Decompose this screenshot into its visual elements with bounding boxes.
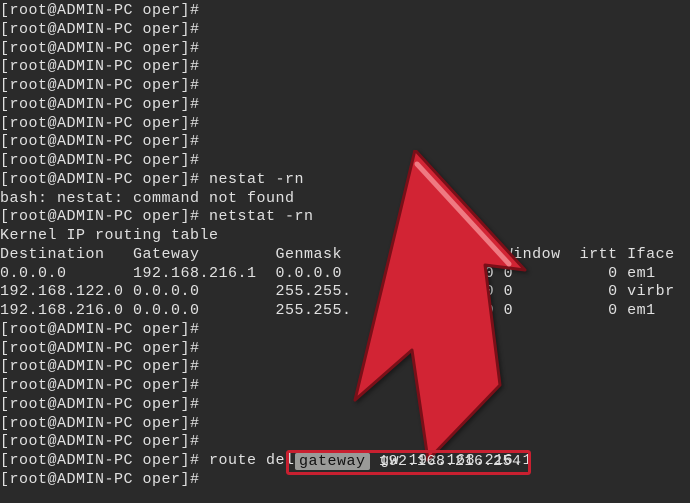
shell-prompt: [root@ADMIN-PC oper]# — [0, 77, 209, 96]
routing-table-columns: Destination Gateway Genmask MSS Window i… — [0, 246, 690, 265]
prompt-line: [root@ADMIN-PC oper]# — [0, 358, 690, 377]
shell-prompt: [root@ADMIN-PC oper]# — [0, 152, 209, 171]
terminal[interactable]: [root@ADMIN-PC oper]# [root@ADMIN-PC ope… — [0, 2, 690, 490]
command-text: netstat -rn — [209, 208, 314, 227]
command-text: nestat -rn — [209, 171, 304, 190]
shell-prompt: [root@ADMIN-PC oper]# — [0, 171, 209, 190]
shell-prompt: [root@ADMIN-PC oper]# — [0, 115, 209, 134]
gateway-highlight: gateway 192.168.216.254 — [286, 450, 531, 475]
shell-prompt: [root@ADMIN-PC oper]# — [0, 321, 209, 340]
shell-prompt: [root@ADMIN-PC oper]# — [0, 452, 209, 471]
shell-prompt: [root@ADMIN-PC oper]# — [0, 358, 209, 377]
shell-prompt: [root@ADMIN-PC oper]# — [0, 96, 209, 115]
shell-prompt: [root@ADMIN-PC oper]# — [0, 208, 209, 227]
prompt-line: [root@ADMIN-PC oper]# netstat -rn — [0, 208, 690, 227]
shell-prompt: [root@ADMIN-PC oper]# — [0, 396, 209, 415]
shell-prompt: [root@ADMIN-PC oper]# — [0, 377, 209, 396]
prompt-line: [root@ADMIN-PC oper]# — [0, 96, 690, 115]
prompt-line: [root@ADMIN-PC oper]# — [0, 377, 690, 396]
prompt-line: [root@ADMIN-PC oper]# — [0, 340, 690, 359]
prompt-line: [root@ADMIN-PC oper]# — [0, 2, 690, 21]
shell-prompt: [root@ADMIN-PC oper]# — [0, 21, 209, 40]
shell-prompt: [root@ADMIN-PC oper]# — [0, 340, 209, 359]
gateway-value: 192.168.216.254 — [370, 453, 522, 470]
prompt-line: [root@ADMIN-PC oper]# — [0, 321, 690, 340]
shell-prompt: [root@ADMIN-PC oper]# — [0, 133, 209, 152]
shell-prompt: [root@ADMIN-PC oper]# — [0, 40, 209, 59]
shell-prompt: [root@ADMIN-PC oper]# — [0, 415, 209, 434]
routing-table-header: Kernel IP routing table — [0, 227, 690, 246]
routing-table-row: 0.0.0.0 192.168.216.1 0.0.0.0 0 0 0 em1 — [0, 265, 690, 284]
routing-table-row: 192.168.122.0 0.0.0.0 255.255. 0 0 0 vir… — [0, 283, 690, 302]
shell-prompt: [root@ADMIN-PC oper]# — [0, 2, 209, 21]
prompt-line: [root@ADMIN-PC oper]# — [0, 152, 690, 171]
gateway-label: gateway — [295, 453, 370, 470]
prompt-line: [root@ADMIN-PC oper]# — [0, 58, 690, 77]
shell-prompt: [root@ADMIN-PC oper]# — [0, 471, 209, 490]
prompt-line: [root@ADMIN-PC oper]# — [0, 21, 690, 40]
prompt-line: [root@ADMIN-PC oper]# — [0, 40, 690, 59]
routing-table-row: 192.168.216.0 0.0.0.0 255.255. 0 0 0 em1 — [0, 302, 690, 321]
shell-prompt: [root@ADMIN-PC oper]# — [0, 433, 209, 452]
error-output: bash: nestat: command not found — [0, 190, 690, 209]
prompt-line: [root@ADMIN-PC oper]# nestat -rn — [0, 171, 690, 190]
prompt-line: [root@ADMIN-PC oper]# — [0, 415, 690, 434]
prompt-line: [root@ADMIN-PC oper]# — [0, 77, 690, 96]
prompt-line: [root@ADMIN-PC oper]# — [0, 133, 690, 152]
prompt-line: [root@ADMIN-PC oper]# — [0, 396, 690, 415]
shell-prompt: [root@ADMIN-PC oper]# — [0, 58, 209, 77]
prompt-line: [root@ADMIN-PC oper]# — [0, 115, 690, 134]
